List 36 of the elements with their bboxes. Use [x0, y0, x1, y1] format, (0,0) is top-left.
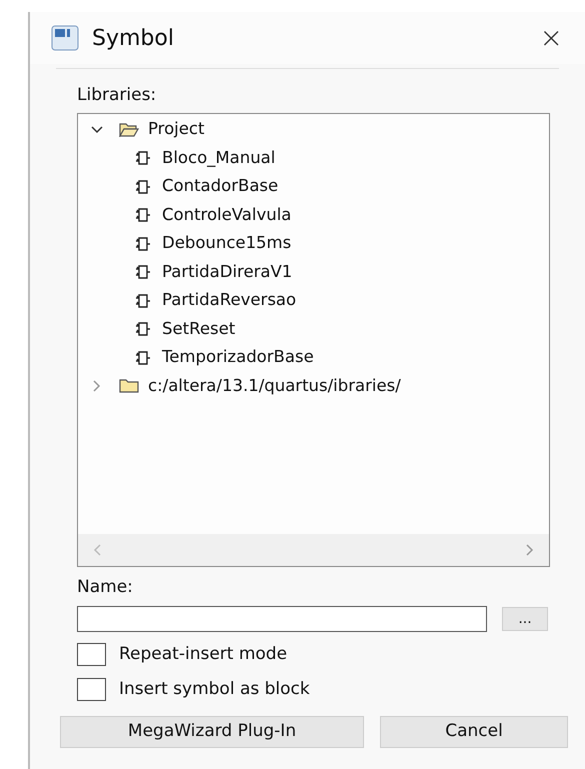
tree-item[interactable]: TemporizadorBase — [162, 345, 314, 370]
checkbox[interactable] — [77, 643, 106, 666]
symbol-icon — [135, 292, 151, 309]
libraries-label: Libraries: — [77, 84, 158, 107]
close-button[interactable]: × — [540, 24, 563, 52]
symbol-icon — [135, 178, 151, 195]
checkbox-label: Insert symbol as block — [119, 678, 310, 700]
expand-chevron-icon[interactable] — [92, 379, 102, 394]
dialog-button[interactable]: Cancel — [380, 716, 568, 748]
collapse-chevron-icon[interactable] — [90, 124, 104, 135]
symbol-icon — [135, 350, 151, 366]
open-folder-icon — [119, 122, 139, 137]
browse-button[interactable]: ... — [502, 607, 548, 631]
symbol-icon — [135, 321, 151, 338]
name-field[interactable] — [77, 606, 487, 632]
library-tree[interactable]: Project Bloco_Manual ContadorBase ControleValvula Debounce15ms PartidaDireraV1 PartidaReversao SetReset TemporizadorBase c:/altera/13.1/quartus/ibraries/ — [77, 112, 550, 566]
tree-item[interactable]: SetReset — [162, 316, 236, 342]
app-icon — [50, 24, 80, 52]
checkbox-label: Repeat-insert mode — [119, 643, 288, 666]
name-label: Name: — [77, 576, 134, 598]
tree-item[interactable]: PartidaDireraV1 — [162, 260, 292, 285]
tree-item[interactable]: ContadorBase — [162, 174, 278, 200]
checkbox[interactable] — [77, 678, 106, 701]
dialog-button[interactable]: MegaWizard Plug-In — [60, 716, 364, 748]
tree-item[interactable]: ControleValvula — [162, 202, 292, 228]
tree-item[interactable]: Debounce15ms — [162, 231, 292, 256]
tree-item[interactable]: PartidaReversao — [162, 288, 296, 314]
symbol-icon — [135, 264, 151, 280]
tree-item[interactable]: Project — [148, 117, 204, 142]
symbol-icon — [135, 236, 151, 252]
symbol-icon — [135, 207, 151, 224]
tree-item[interactable]: c:/altera/13.1/quartus/ibraries/ — [148, 374, 401, 399]
tree-item[interactable]: Bloco_Manual — [162, 146, 276, 171]
window-title: Symbol — [92, 24, 174, 52]
folder-icon — [119, 379, 139, 394]
symbol-icon — [135, 150, 151, 166]
